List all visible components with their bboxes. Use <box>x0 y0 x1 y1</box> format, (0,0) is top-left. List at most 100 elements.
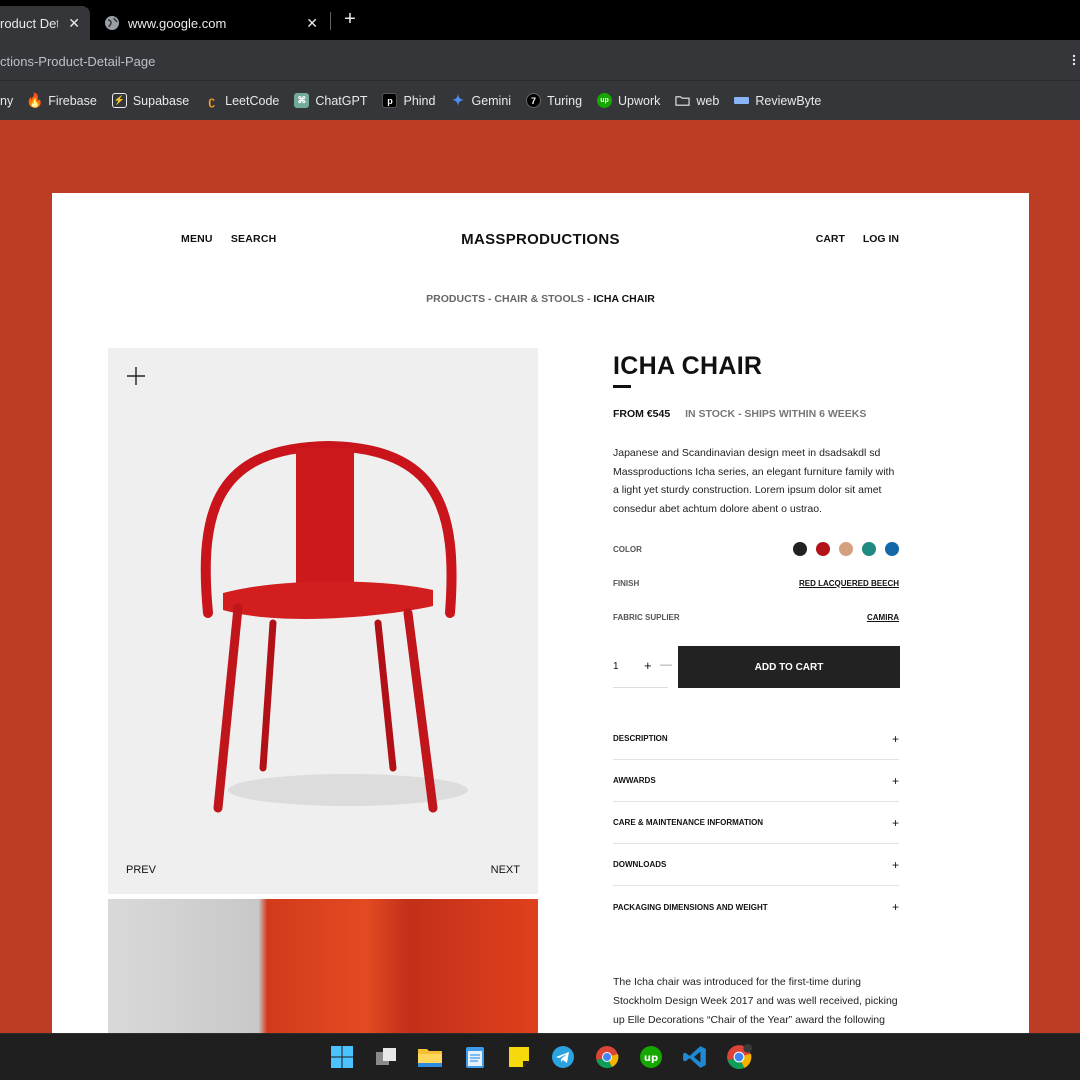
windows-start-icon[interactable] <box>329 1044 355 1070</box>
bookmark-chatgpt[interactable]: ⌘ ChatGPT <box>294 93 367 108</box>
accordion-awards[interactable]: AWWARDS + <box>613 760 899 802</box>
accordion-packaging[interactable]: PACKAGING DIMENSIONS AND WEIGHT + <box>613 886 899 928</box>
add-to-cart-button[interactable]: ADD TO CART <box>678 646 900 688</box>
prev-image-button[interactable]: PREV <box>126 864 156 876</box>
packaging-image <box>108 899 538 1033</box>
tab-product-detail[interactable]: roduct Det ✕ <box>0 6 90 40</box>
breadcrumb-path[interactable]: PRODUCTS - CHAIR & STOOLS - <box>426 293 593 305</box>
vscode-icon[interactable] <box>682 1044 708 1070</box>
accordion-label: AWWARDS <box>613 776 656 785</box>
finish-option-row: FINISH RED LACQUERED BEECH <box>613 566 899 600</box>
finish-value[interactable]: RED LACQUERED BEECH <box>799 579 899 588</box>
new-tab-button[interactable]: + <box>340 8 360 32</box>
title-underline <box>613 385 631 388</box>
color-swatch-teal[interactable] <box>862 542 876 556</box>
sticky-notes-icon[interactable] <box>506 1044 532 1070</box>
task-view-icon[interactable] <box>373 1044 399 1070</box>
cart-link[interactable]: CART <box>816 233 845 245</box>
bookmark-turing[interactable]: 7 Turing <box>526 93 582 108</box>
product-description: Japanese and Scandinavian design meet in… <box>613 447 895 515</box>
file-explorer-icon[interactable] <box>417 1044 443 1070</box>
product-page: MENU SEARCH MASSPRODUCTIONS CART LOG IN … <box>52 193 1029 1033</box>
price-row: FROM €545 IN STOCK - SHIPS WITHIN 6 WEEK… <box>613 408 899 420</box>
color-swatches <box>793 542 899 556</box>
url-field[interactable]: ctions-Product-Detail-Page <box>0 54 155 69</box>
next-image-button[interactable]: NEXT <box>491 864 520 876</box>
expand-plus-icon: + <box>891 815 899 830</box>
finish-label: FINISH <box>613 578 640 588</box>
login-link[interactable]: LOG IN <box>863 233 899 245</box>
tab-separator <box>330 12 331 30</box>
bookmark-web-folder[interactable]: web <box>675 93 719 108</box>
add-to-cart-row: 1 + — ADD TO CART <box>613 646 900 688</box>
fabric-option-row: FABRIC SUPLIER CAMIRA <box>613 600 899 634</box>
leetcode-icon: ʗ <box>208 93 215 108</box>
windows-taskbar: up <box>0 1033 1080 1080</box>
accordion-description[interactable]: DESCRIPTION + <box>613 718 899 760</box>
breadcrumb: PRODUCTS - CHAIR & STOOLS - ICHA CHAIR <box>52 293 1029 305</box>
color-option-row: COLOR <box>613 532 899 566</box>
bookmark-partial[interactable]: ny <box>0 94 13 108</box>
color-swatch-red[interactable] <box>816 542 830 556</box>
quantity-decrease-button[interactable]: — <box>660 657 672 671</box>
color-swatch-beige[interactable] <box>839 542 853 556</box>
bookmarks-bar: ny 🔥 Firebase ⚡ Supabase ʗ LeetCode ⌘ ChatGP… <box>0 80 1080 120</box>
folder-icon <box>675 96 691 106</box>
tab-title: roduct Det <box>0 15 58 31</box>
chrome-icon[interactable] <box>594 1044 620 1070</box>
reviewbyte-icon <box>734 97 750 104</box>
telegram-icon[interactable] <box>550 1044 576 1070</box>
color-swatch-black[interactable] <box>793 542 807 556</box>
notepad-icon[interactable] <box>462 1044 488 1070</box>
stock-status: IN STOCK - SHIPS WITHIN 6 WEEKS <box>685 408 867 420</box>
breadcrumb-current: ICHA CHAIR <box>593 293 655 305</box>
phind-icon: p <box>382 93 398 108</box>
bookmark-supabase[interactable]: ⚡ Supabase <box>111 93 189 108</box>
close-icon[interactable]: ✕ <box>306 15 318 32</box>
bookmark-gemini[interactable]: ✦ Gemini <box>450 92 511 108</box>
accordion-label: PACKAGING DIMENSIONS AND WEIGHT <box>613 902 768 912</box>
expand-plus-icon: + <box>891 857 899 872</box>
browser-tab-bar: roduct Det ✕ www.google.com ✕ + <box>0 0 1080 40</box>
expand-plus-icon: + <box>891 773 899 788</box>
accordion-label: CARE & MAINTENANCE INFORMATION <box>613 818 764 827</box>
bookmark-phind[interactable]: p Phind <box>382 93 435 108</box>
turing-icon: 7 <box>526 93 542 108</box>
product-title: ICHA CHAIR <box>613 352 763 380</box>
quantity-stepper: 1 + — <box>613 646 672 688</box>
chrome-profile-icon[interactable] <box>726 1044 752 1070</box>
tab-title: www.google.com <box>128 15 227 31</box>
product-accordion: DESCRIPTION + AWWARDS + CARE & MAINTENAN… <box>613 718 899 928</box>
product-price: FROM €545 <box>613 408 671 420</box>
svg-text:up: up <box>644 1053 658 1064</box>
chatgpt-icon: ⌘ <box>294 93 310 108</box>
accordion-care[interactable]: CARE & MAINTENANCE INFORMATION + <box>613 802 899 844</box>
expand-plus-icon: + <box>891 731 899 746</box>
close-icon[interactable]: ✕ <box>68 15 80 32</box>
chair-image <box>200 440 468 813</box>
quantity-increase-button[interactable]: + <box>644 658 652 673</box>
product-info: ICHA CHAIR FROM €545 IN STOCK - SHIPS WI… <box>613 348 900 928</box>
supabase-icon: ⚡ <box>111 93 127 108</box>
bookmark-reviewbyte[interactable]: ReviewByte <box>734 94 821 108</box>
more-icon[interactable] <box>1070 54 1078 66</box>
accordion-label: DOWNLOADS <box>613 860 667 869</box>
accordion-label: DESCRIPTION <box>613 734 668 743</box>
color-label: COLOR <box>613 544 642 554</box>
tab-google[interactable]: www.google.com ✕ <box>92 6 328 40</box>
address-bar: ctions-Product-Detail-Page <box>0 40 1080 80</box>
accordion-downloads[interactable]: DOWNLOADS + <box>613 844 899 886</box>
product-gallery: PREV NEXT <box>108 348 538 894</box>
bookmark-leetcode[interactable]: ʗ LeetCode <box>204 93 279 108</box>
upwork-icon[interactable]: up <box>638 1044 664 1070</box>
bookmark-upwork[interactable]: up Upwork <box>597 93 660 108</box>
color-swatch-blue[interactable] <box>885 542 899 556</box>
fabric-value[interactable]: CAMIRA <box>867 613 899 622</box>
upwork-icon: up <box>597 93 613 108</box>
zoom-plus-icon[interactable] <box>126 366 146 386</box>
globe-icon <box>105 16 119 30</box>
firebase-icon: 🔥 <box>25 92 44 108</box>
quantity-input[interactable]: 1 <box>613 661 619 672</box>
expand-plus-icon: + <box>891 900 899 914</box>
bookmark-firebase[interactable]: 🔥 Firebase <box>25 92 97 108</box>
